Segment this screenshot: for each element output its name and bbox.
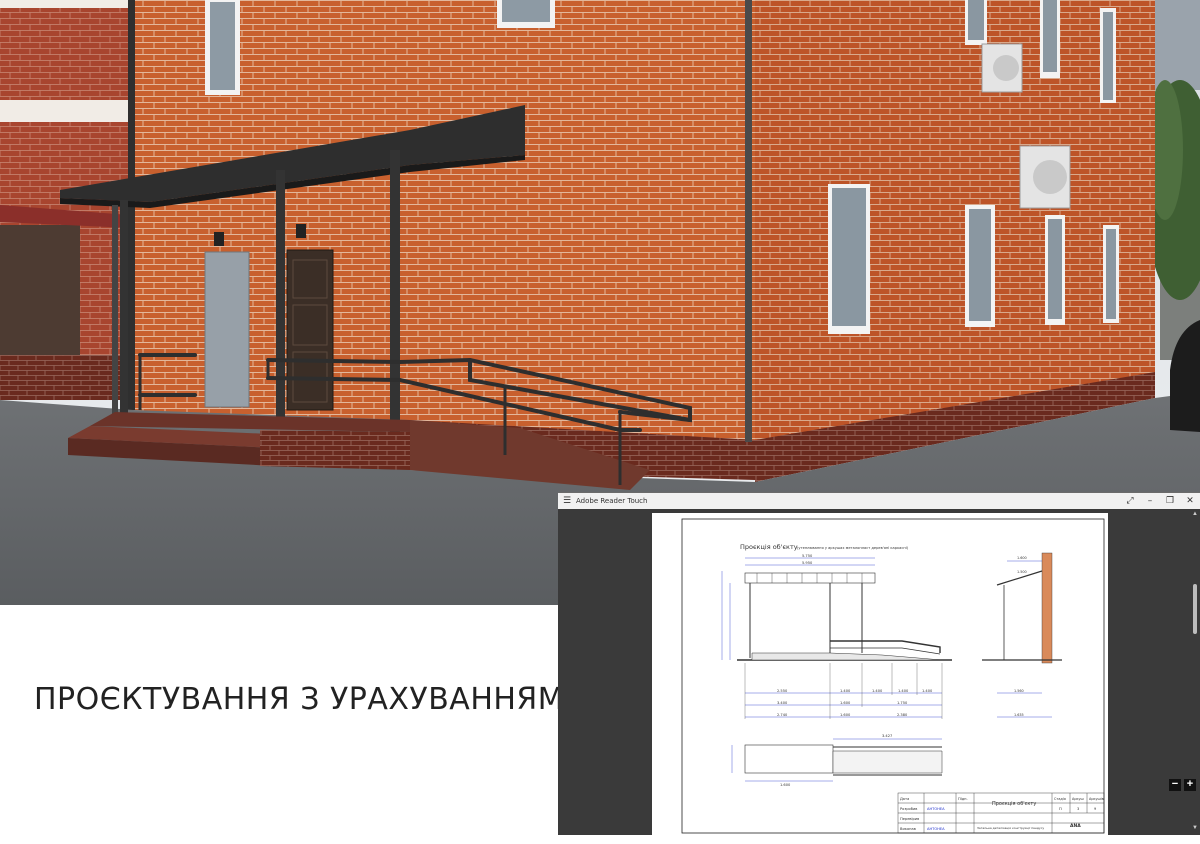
side-dim-2: 1.560: [1014, 689, 1024, 693]
document-viewport[interactable]: Проєкція об'єкту (утеплювання у аркушах …: [558, 509, 1200, 839]
plan-dim-0: 3.427: [882, 734, 892, 738]
scroll-up-icon[interactable]: ▲: [1192, 511, 1198, 517]
dim-top-0: 5.750: [802, 554, 813, 558]
side-dim-0: 1.600: [1017, 556, 1027, 560]
zoom-in-button[interactable]: +: [1184, 779, 1196, 791]
tb-stage-h2: Аркушів: [1089, 797, 1104, 801]
dim-row3-2: 2.380: [897, 713, 908, 717]
dim-row1-1: 1.400: [840, 689, 851, 693]
tb-row-0: Дата: [900, 797, 909, 801]
tb-logo: ANA: [1070, 823, 1081, 829]
vertical-scrollbar[interactable]: [1193, 584, 1197, 634]
minimize-button[interactable]: –: [1140, 496, 1160, 506]
dim-row2-0: 3.400: [777, 701, 788, 705]
tb-name-1: АНТОНЕА: [927, 827, 945, 831]
technical-drawing: Проєкція об'єкту (утеплювання у аркушах …: [681, 518, 1105, 834]
dim-row1-0: 2.550: [777, 689, 788, 693]
plan-dim-1: 1.600: [780, 783, 791, 787]
tb-name-0: АНТОНЕА: [927, 807, 945, 811]
tb-stage-v2: 9: [1094, 807, 1097, 811]
tb-stage-h0: Стадія: [1054, 797, 1066, 801]
pdf-reader-window: ☰ Adobe Reader Touch ⤢ – ❐ ✕ Проєкція об…: [558, 492, 1200, 839]
restore-button[interactable]: ❐: [1160, 496, 1180, 506]
tb-sheet-title: Проєкція об'єкту: [992, 801, 1036, 807]
dim-row2-1: 1.600: [840, 701, 851, 705]
dim-row1-3: 1.400: [898, 689, 909, 693]
scroll-down-icon[interactable]: ▼: [1192, 825, 1198, 831]
tb-stage-v1: 3: [1077, 807, 1079, 811]
tb-row-3: Виконав: [900, 827, 916, 831]
zoom-controls: − +: [1169, 779, 1196, 791]
slide-caption: ПРОЄКТУВАННЯ З УРАХУВАННЯМ МГН: [34, 682, 643, 718]
tb-stage-v0: П: [1059, 807, 1062, 811]
tb-subtitle: Загальна деталізація конструкції пандусу: [977, 826, 1044, 830]
tb-row-1: Розробив: [900, 807, 917, 811]
dim-row1-2: 1.400: [872, 689, 883, 693]
dim-row3-0: 2.740: [777, 713, 788, 717]
dim-top-1: 5.950: [802, 561, 813, 565]
tb-stage-h1: Аркуш: [1072, 797, 1084, 801]
side-dim-3: 1.635: [1014, 713, 1024, 717]
tb-sign: Підп.: [958, 797, 968, 801]
window-title: Adobe Reader Touch: [576, 497, 648, 505]
side-dim-1: 1.500: [1017, 570, 1027, 574]
expand-icon[interactable]: ⤢: [1120, 496, 1140, 506]
pdf-page: Проєкція об'єкту (утеплювання у аркушах …: [652, 513, 1108, 839]
hamburger-icon[interactable]: ☰: [558, 496, 576, 506]
dim-row1-4: 1.400: [922, 689, 933, 693]
close-button[interactable]: ✕: [1180, 496, 1200, 506]
tb-row-2: Перевірив: [900, 817, 919, 821]
dim-row3-1: 1.600: [840, 713, 851, 717]
drawing-heading: Проєкція об'єкту: [740, 543, 798, 551]
drawing-subheading: (утеплювання у аркушах металопласт дерев…: [797, 546, 909, 550]
dim-row2-2: 1.750: [897, 701, 908, 705]
zoom-out-button[interactable]: −: [1169, 779, 1181, 791]
window-titlebar: ☰ Adobe Reader Touch ⤢ – ❐ ✕: [558, 493, 1200, 510]
